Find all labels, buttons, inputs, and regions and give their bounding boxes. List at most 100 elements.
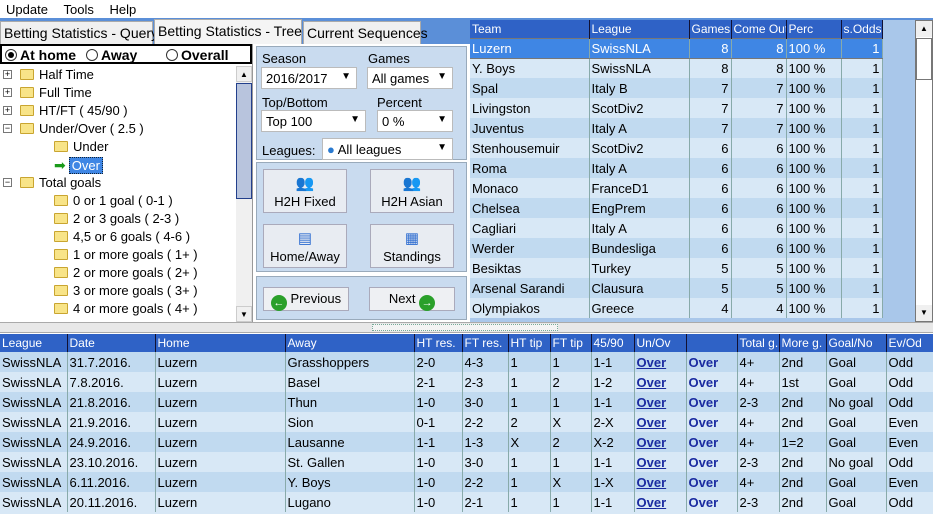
table-row[interactable]: Spal Italy B 7 7 100 % 1	[470, 78, 883, 98]
pane-splitter[interactable]	[0, 322, 933, 333]
column-header[interactable]: Away	[285, 334, 415, 352]
tree-item[interactable]: − Under/Over ( 2.5 )	[3, 120, 144, 138]
season-select[interactable]: 2016/2017 ▼	[261, 67, 357, 89]
scroll-up-icon[interactable]: ▲	[916, 21, 932, 37]
tree-item[interactable]: 1 or more goals ( 1+ )	[54, 246, 198, 264]
tree-item[interactable]: ➡ Over	[54, 156, 103, 174]
table-row[interactable]: SwissNLA 20.11.2016. Luzern Lugano 1-0 2-1 1 1 1…	[0, 492, 933, 512]
table-row[interactable]: SwissNLA 7.8.2016. Luzern Basel 2-1 2-3 1 2 1-2 O…	[0, 372, 933, 392]
column-header[interactable]: Date	[67, 334, 156, 352]
table-row[interactable]: Y. Boys SwissNLA 8 8 100 % 1	[470, 58, 883, 78]
over-link[interactable]: Over	[634, 472, 687, 492]
h2h-asian-button[interactable]: 👥 H2H Asian	[370, 169, 454, 213]
column-header[interactable]: League	[0, 334, 68, 352]
tree-item[interactable]: 4,5 or 6 goals ( 4-6 )	[54, 228, 190, 246]
table-row[interactable]: SwissNLA 31.7.2016. Luzern Grasshoppers 2-0 4…	[0, 352, 933, 372]
games-select[interactable]: All games ▼	[367, 67, 453, 89]
table-row[interactable]: Stenhousemuir ScotDiv2 6 6 100 % 1	[470, 138, 883, 158]
leagues-select[interactable]: ● All leagues ▼	[322, 138, 453, 160]
tree-item[interactable]: 2 or 3 goals ( 2-3 )	[54, 210, 179, 228]
column-header[interactable]: More g.	[779, 334, 827, 352]
table-row[interactable]: Chelsea EngPrem 6 6 100 % 1	[470, 198, 883, 218]
tree-item[interactable]: + HT/FT ( 45/90 )	[3, 102, 128, 120]
expand-icon[interactable]: +	[3, 106, 12, 115]
scroll-down-icon[interactable]: ▼	[236, 306, 252, 322]
radio-overall[interactable]: Overall	[166, 47, 228, 63]
expand-icon[interactable]: +	[3, 88, 12, 97]
team-grid-scrollbar[interactable]: ▲ ▼	[915, 20, 933, 322]
column-header[interactable]: Perc	[786, 20, 842, 38]
table-row[interactable]: Juventus Italy A 7 7 100 % 1	[470, 118, 883, 138]
tab-query[interactable]: Betting Statistics - Query	[0, 21, 158, 44]
scroll-down-icon[interactable]: ▼	[916, 305, 932, 321]
tree-item[interactable]: Under	[54, 138, 108, 156]
table-row[interactable]: Livingston ScotDiv2 7 7 100 % 1	[470, 98, 883, 118]
scroll-thumb[interactable]	[916, 38, 932, 80]
column-header[interactable]: Home	[155, 334, 286, 352]
tree-item[interactable]: 2 or more goals ( 2+ )	[54, 264, 198, 282]
home-away-button[interactable]: ▤ Home/Away	[263, 224, 347, 268]
tree-item[interactable]: + Full Time	[3, 84, 92, 102]
column-header[interactable]: 45/90	[591, 334, 635, 352]
radio-away[interactable]: Away	[86, 47, 137, 63]
column-header[interactable]: HT tip	[508, 334, 551, 352]
column-header[interactable]: Games	[689, 20, 732, 38]
column-header[interactable]: Un/Ov	[634, 334, 687, 352]
table-row[interactable]: Cagliari Italy A 6 6 100 % 1	[470, 218, 883, 238]
radio-at-home[interactable]: At home	[5, 47, 76, 63]
over-link[interactable]: Over	[634, 492, 687, 512]
tree-item[interactable]: 4 or more goals ( 4+ )	[54, 300, 198, 318]
tree-item[interactable]: 3 or more goals ( 3+ )	[54, 282, 198, 300]
column-header[interactable]: Total g.	[737, 334, 780, 352]
menu-update[interactable]: Update	[0, 0, 54, 17]
menu-tools[interactable]: Tools	[58, 0, 100, 17]
collapse-icon[interactable]: −	[3, 124, 12, 133]
menu-help[interactable]: Help	[104, 0, 143, 17]
scroll-up-icon[interactable]: ▲	[236, 66, 252, 82]
column-header[interactable]: FT tip	[550, 334, 592, 352]
h2h-fixed-button[interactable]: 👥 H2H Fixed	[263, 169, 347, 213]
next-button[interactable]: Next →	[369, 287, 455, 311]
percent-select[interactable]: 0 % ▼	[377, 110, 453, 132]
table-row[interactable]: Luzern SwissNLA 8 8 100 % 1	[470, 37, 883, 59]
column-header[interactable]: HT res.	[414, 334, 463, 352]
over-link[interactable]: Over	[634, 392, 687, 412]
column-header[interactable]: Team	[470, 20, 590, 38]
table-row[interactable]: Besiktas Turkey 5 5 100 % 1	[470, 258, 883, 278]
tree-item[interactable]: − Total goals	[3, 174, 101, 192]
tab-current-sequences[interactable]: Current Sequences	[303, 21, 428, 44]
over-link[interactable]: Over	[634, 372, 687, 392]
table-row[interactable]: SwissNLA 24.9.2016. Luzern Lausanne 1-1 1-3 X 2…	[0, 432, 933, 452]
expand-icon[interactable]: +	[3, 70, 12, 79]
topbottom-select[interactable]: Top 100 ▼	[261, 110, 366, 132]
previous-button[interactable]: ← Previous	[263, 287, 349, 311]
column-header[interactable]: Come Out	[731, 20, 787, 38]
scroll-thumb[interactable]	[236, 83, 252, 199]
column-header[interactable]: s.Odds	[841, 20, 883, 38]
table-row[interactable]: SwissNLA 6.11.2016. Luzern Y. Boys 1-0 2-2 1 X 1…	[0, 472, 933, 492]
tree-item[interactable]: 0 or 1 goal ( 0-1 )	[54, 192, 173, 210]
table-row[interactable]: Roma Italy A 6 6 100 % 1	[470, 158, 883, 178]
table-row[interactable]: SwissNLA 21.9.2016. Luzern Sion 0-1 2-2 2 X 2-X O…	[0, 412, 933, 432]
table-row[interactable]: SwissNLA 21.8.2016. Luzern Thun 1-0 3-0 1 1 1-1 O…	[0, 392, 933, 412]
column-header[interactable]: Ev/Od	[886, 334, 933, 352]
over-link[interactable]: Over	[634, 452, 687, 472]
column-header[interactable]: Goal/No	[826, 334, 887, 352]
column-header[interactable]	[686, 334, 738, 352]
over-link[interactable]: Over	[634, 432, 687, 452]
table-row[interactable]: Werder Bundesliga 6 6 100 % 1	[470, 238, 883, 258]
tab-tree[interactable]: Betting Statistics - Tree	[154, 19, 302, 44]
over-link[interactable]: Over	[634, 412, 687, 432]
collapse-icon[interactable]: −	[3, 178, 12, 187]
column-header[interactable]: FT res.	[462, 334, 509, 352]
table-row[interactable]: Arsenal Sarandi Clausura 5 5 100 % 1	[470, 278, 883, 298]
table-row[interactable]: Olympiakos Greece 4 4 100 % 1	[470, 298, 883, 318]
standings-button[interactable]: ▦ Standings	[370, 224, 454, 268]
splitter-grip[interactable]	[372, 324, 558, 331]
table-row[interactable]: SwissNLA 23.10.2016. Luzern St. Gallen 1-0 3-…	[0, 452, 933, 472]
tree-item[interactable]: + Half Time	[3, 66, 94, 84]
column-header[interactable]: League	[589, 20, 690, 38]
over-link[interactable]: Over	[634, 352, 687, 372]
tree-scrollbar[interactable]: ▲ ▼	[236, 66, 252, 322]
table-row[interactable]: Monaco FranceD1 6 6 100 % 1	[470, 178, 883, 198]
